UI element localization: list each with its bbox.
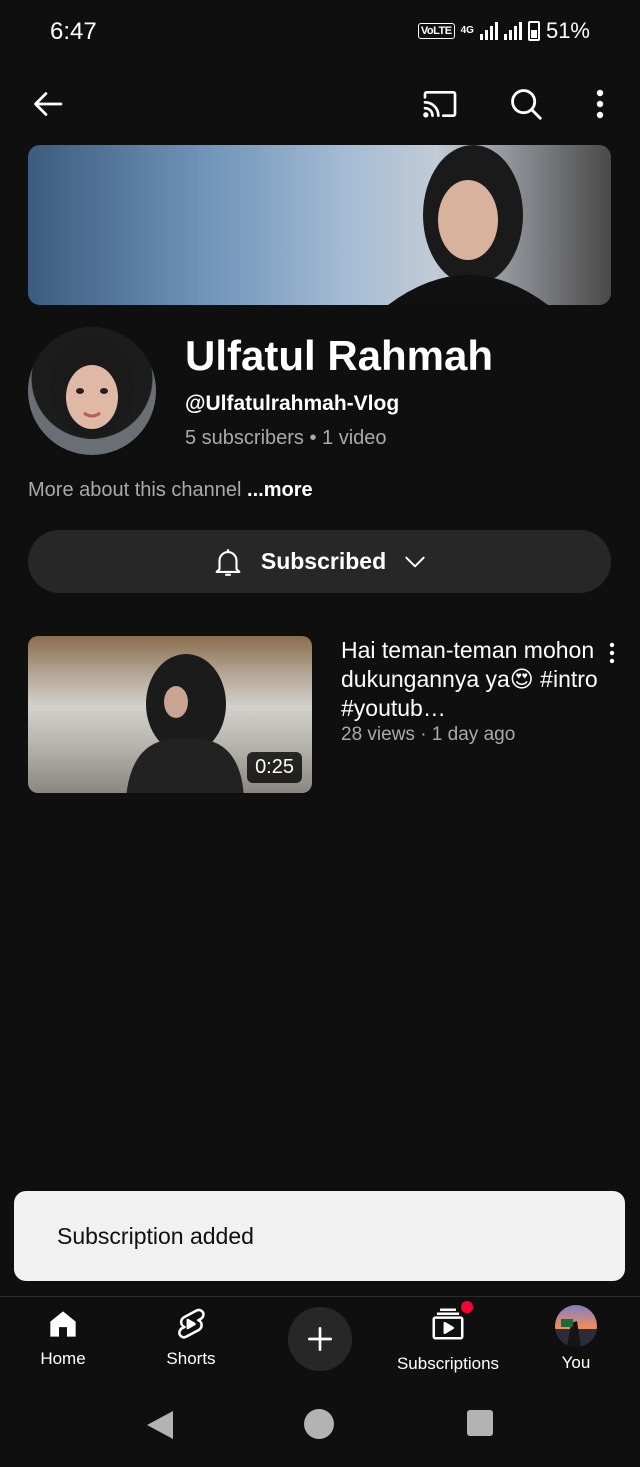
- channel-banner: [28, 145, 611, 305]
- status-bar: 6:47 VoLTE 4G 51%: [0, 0, 640, 66]
- back-button[interactable]: [25, 80, 73, 128]
- nav-home[interactable]: Home: [3, 1305, 123, 1377]
- video-more-button[interactable]: [602, 638, 622, 668]
- system-back-button[interactable]: [143, 1408, 177, 1442]
- video-meta: 28 views · 1 day ago: [341, 724, 516, 745]
- bottom-nav: Home Shorts Subscriptions You: [0, 1296, 640, 1386]
- notification-dot: [461, 1301, 473, 1313]
- more-vert-icon: [609, 642, 615, 664]
- bell-icon: [215, 548, 241, 576]
- video-thumbnail[interactable]: 0:25: [28, 636, 312, 793]
- plus-icon: [308, 1327, 332, 1351]
- shorts-icon: [178, 1308, 205, 1339]
- status-time: 6:47: [50, 18, 97, 45]
- video-duration: 0:25: [247, 752, 302, 783]
- search-button[interactable]: [502, 80, 550, 128]
- nav-subscriptions[interactable]: Subscriptions: [388, 1301, 508, 1377]
- nav-you[interactable]: You: [516, 1305, 636, 1377]
- video-title[interactable]: Hai teman-teman mohon dukungannya ya😍 #i…: [341, 636, 601, 723]
- create-button[interactable]: [288, 1307, 352, 1371]
- nav-subscriptions-label: Subscriptions: [396, 1354, 500, 1373]
- user-avatar-image: [555, 1319, 597, 1347]
- subscribed-button[interactable]: Subscribed: [28, 530, 611, 593]
- signal-icon: [479, 22, 498, 40]
- about-text: More about this channel: [28, 479, 242, 501]
- snackbar-message: Subscription added: [57, 1223, 254, 1249]
- volte-badge: VoLTE: [417, 23, 455, 39]
- subscriptions-icon-wrap: [429, 1301, 473, 1348]
- network-type: 4G: [460, 25, 474, 36]
- channel-handle: @Ulfatulrahmah-Vlog: [185, 392, 400, 415]
- user-avatar: [555, 1305, 597, 1347]
- home-icon: [50, 1311, 76, 1337]
- cast-button[interactable]: [416, 80, 464, 128]
- status-indicators: VoLTE 4G 51%: [417, 18, 590, 44]
- subscribed-label: Subscribed: [260, 548, 387, 574]
- nav-shorts-label: Shorts: [166, 1349, 216, 1368]
- battery-icon: [527, 21, 540, 41]
- system-home-button[interactable]: [303, 1408, 335, 1440]
- snackbar: Subscription added: [14, 1191, 625, 1281]
- system-navigation: [0, 1386, 640, 1467]
- battery-percent: 51%: [545, 18, 590, 43]
- arrow-left-icon: [34, 92, 63, 116]
- channel-stats: 5 subscribers • 1 video: [185, 427, 387, 449]
- search-icon: [511, 89, 542, 120]
- about-channel-link[interactable]: More about this channel ...more: [28, 479, 313, 502]
- nav-you-label: You: [561, 1353, 591, 1372]
- avatar-image: [50, 335, 134, 439]
- signal-icon-2: [503, 22, 522, 40]
- about-more: ...more: [247, 479, 313, 501]
- more-options-button[interactable]: [576, 80, 624, 128]
- video-list-item[interactable]: 0:25 Hai teman-teman mohon dukungannya y…: [28, 636, 628, 794]
- system-recents-button[interactable]: [466, 1409, 494, 1437]
- thumbnail-image: [126, 654, 244, 793]
- channel-avatar[interactable]: [28, 327, 156, 455]
- channel-name: Ulfatul Rahmah: [185, 332, 494, 379]
- nav-shorts[interactable]: Shorts: [131, 1305, 251, 1377]
- nav-home-label: Home: [40, 1349, 86, 1368]
- banner-image: [388, 145, 548, 305]
- chevron-down-icon: [405, 556, 425, 567]
- top-toolbar: [0, 76, 640, 132]
- more-vert-icon: [596, 89, 604, 119]
- cast-icon: [423, 91, 457, 118]
